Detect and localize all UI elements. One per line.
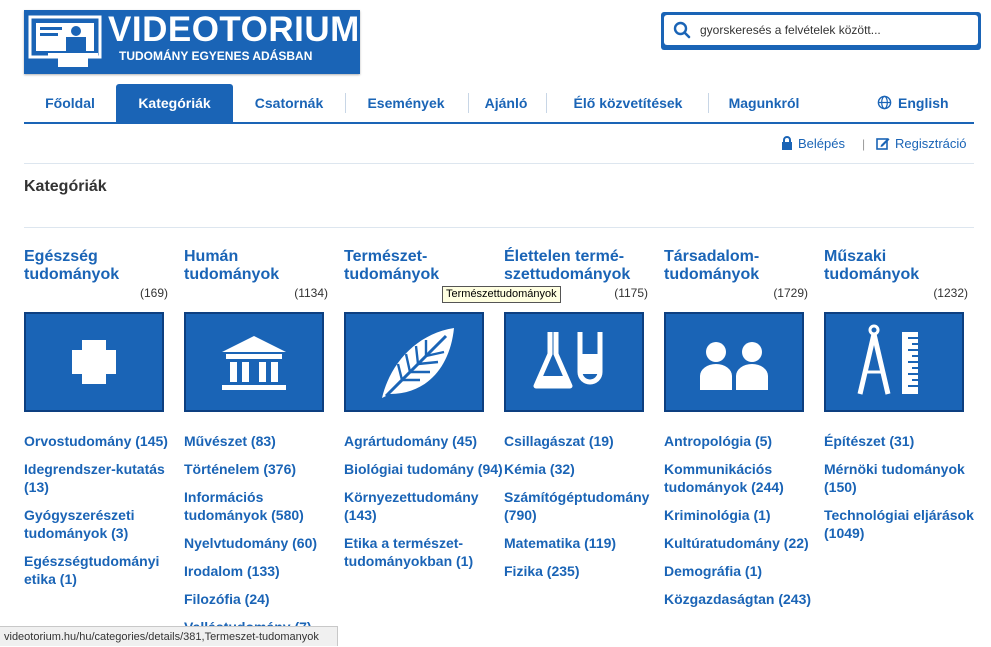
subcategory-link[interactable]: Kémia (32) [504,460,664,478]
people-icon [700,342,768,390]
category-tile[interactable] [824,312,964,412]
edit-icon [876,138,890,150]
subcategory-link[interactable]: Irodalom (133) [184,562,344,580]
subcategory-link[interactable]: Egészségtudományi etika (1) [24,552,184,588]
category-count: (1729) [773,286,808,300]
subcategory-link[interactable]: Mérnöki tudományok (150) [824,460,984,496]
category-social-sciences: Társadalom-tudományok (1729) Antropológi… [664,248,811,607]
page-title: Kategóriák [24,178,107,195]
subcategory-link[interactable]: Matematika (119) [504,534,664,552]
tooltip: Természettudományok [442,286,561,303]
nav-item-categories[interactable]: Kategóriák [116,84,233,122]
category-natural-sciences: Természet-tudományok Agrártudomány (45) … [344,248,503,569]
subcategory-link[interactable]: Kultúratudomány (22) [664,534,824,552]
leaf-icon [382,328,454,398]
subcategory-list: Csillagászat (19) Kémia (32) Számítógépt… [504,432,664,590]
nav-divider [468,93,469,113]
subcategory-link[interactable]: Nyelvtudomány (60) [184,534,344,552]
subcategory-link[interactable]: Környezettudomány (143) [344,488,504,524]
subcategory-link[interactable]: Technológiai eljárások (1049) [824,506,984,542]
nav-item-home[interactable]: Főoldal [32,84,108,122]
globe-icon [877,95,892,110]
subcategory-link[interactable]: Fizika (235) [504,562,664,580]
search-field-wrapper [664,15,978,45]
subcategory-list: Építészet (31) Mérnöki tudományok (150) … [824,432,984,552]
category-count: (1134) [294,286,328,300]
category-tile[interactable] [664,312,804,412]
nav-item-recommended[interactable]: Ajánló [478,84,534,122]
category-title[interactable]: Élettelen termé-szettudományok [504,248,646,284]
auth-divider: | [862,137,866,151]
category-tile[interactable] [504,312,644,412]
subcategory-link[interactable]: Etika a természet-tudományokban (1) [344,534,504,570]
compass-ruler-icon [857,324,918,395]
login-label: Belépés [798,136,845,151]
nav-item-channels[interactable]: Csatornák [246,84,332,122]
register-link[interactable]: Regisztráció [876,136,967,152]
category-tile[interactable] [24,312,164,412]
subcategory-link[interactable]: Közgazdaságtan (243) [664,590,824,608]
nav-divider [708,93,709,113]
subcategory-link[interactable]: Kommunikációs tudományok (244) [664,460,824,496]
nav-item-events[interactable]: Események [356,84,456,122]
divider [24,227,974,228]
search-box [661,12,981,50]
subcategory-link[interactable]: Gyógyszerészeti tudományok (3) [24,506,184,542]
language-switch[interactable]: English [877,84,949,122]
subcategory-link[interactable]: Kriminológia (1) [664,506,824,524]
subcategory-link[interactable]: Csillagászat (19) [504,432,664,450]
login-link[interactable]: Belépés [781,136,845,152]
category-count: (1232) [933,286,968,300]
category-title[interactable]: Egészség tudományok [24,248,166,284]
category-title[interactable]: Műszaki tudományok [824,248,966,284]
category-title[interactable]: Társadalom-tudományok [664,248,806,284]
subcategory-link[interactable]: Idegrendszer-kutatás (13) [24,460,184,496]
browser-status-url: videotorium.hu/hu/categories/details/381… [0,626,338,646]
divider [24,163,974,164]
subcategory-link[interactable]: Filozófia (24) [184,590,344,608]
subcategory-link[interactable]: Biológiai tudomány (94) [344,460,504,478]
museum-icon [222,336,286,390]
subcategory-list: Agrártudomány (45) Biológiai tudomány (9… [344,432,504,580]
subcategory-link[interactable]: Információs tudományok (580) [184,488,344,524]
lab-flask-icon [533,332,603,389]
register-label: Regisztráció [895,136,967,151]
main-nav: Főoldal Kategóriák Csatornák Események A… [24,84,974,124]
category-health: Egészség tudományok (169) Orvostudomány … [24,248,168,587]
subcategory-link[interactable]: Antropológia (5) [664,432,824,450]
subcategory-list: Antropológia (5) Kommunikációs tudományo… [664,432,824,618]
subcategory-link[interactable]: Orvostudomány (145) [24,432,184,450]
category-title[interactable]: Természet-tudományok [344,248,486,284]
subcategory-link[interactable]: Demográfia (1) [664,562,824,580]
nav-divider [546,93,547,113]
subcategory-link[interactable]: Építészet (31) [824,432,984,450]
category-count: (1175) [614,286,648,300]
nav-divider [345,93,346,113]
subcategory-link[interactable]: Művészet (83) [184,432,344,450]
lecturer-icon [28,15,102,67]
subcategory-list: Orvostudomány (145) Idegrendszer-kutatás… [24,432,184,598]
category-humanities: Humán tudományok (1134) Művészet (83) Tö… [184,248,328,635]
nav-item-about[interactable]: Magunkról [720,84,808,122]
search-icon[interactable] [673,21,691,39]
subcategory-link[interactable]: Számítógéptudomány (790) [504,488,664,524]
category-physical-sciences: Élettelen termé-szettudományok (1175) Cs… [504,248,649,579]
lock-icon [782,136,792,150]
medical-cross-icon [72,340,116,384]
category-engineering: Műszaki tudományok (1232) Építészet (31)… [824,248,974,541]
subcategory-link[interactable]: Agrártudomány (45) [344,432,504,450]
language-label: English [898,95,949,111]
category-tile[interactable] [344,312,484,412]
site-logo[interactable]: VIDEOTORIUM TUDOMÁNY EGYENES ADÁSBAN [24,10,360,74]
category-title[interactable]: Humán tudományok [184,248,326,284]
subcategory-link[interactable]: Történelem (376) [184,460,344,478]
logo-title: VIDEOTORIUM [108,10,360,49]
subcategory-list: Művészet (83) Történelem (376) Informáci… [184,432,344,646]
category-count: (169) [139,286,168,300]
logo-subtitle: TUDOMÁNY EGYENES ADÁSBAN [119,49,313,63]
search-input[interactable] [700,19,968,41]
nav-item-live[interactable]: Élő közvetítések [560,84,696,122]
category-tile[interactable] [184,312,324,412]
